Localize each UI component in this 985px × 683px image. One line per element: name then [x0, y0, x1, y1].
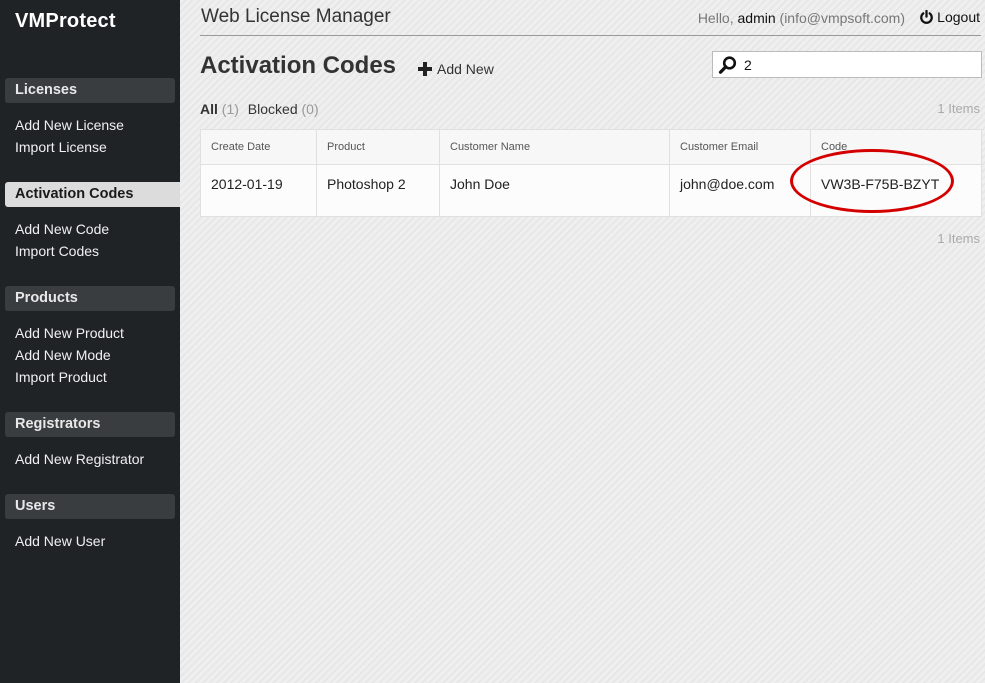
sidebar-section-licenses[interactable]: Licenses	[5, 78, 175, 103]
filter-all-count: (1)	[221, 101, 239, 117]
column-header-customer-email[interactable]: Customer Email	[669, 129, 811, 165]
plus-icon	[418, 62, 432, 76]
cell-code: VW3B-F75B-BZYT	[810, 164, 982, 217]
search-box[interactable]	[712, 51, 982, 78]
sidebar-item-add-new-license[interactable]: Add New License	[15, 117, 124, 133]
filter-blocked-count: (0)	[301, 101, 319, 117]
items-count-bottom: 1 Items	[937, 231, 980, 246]
column-header-create-date[interactable]: Create Date	[200, 129, 317, 165]
sidebar-item-add-new-mode[interactable]: Add New Mode	[15, 347, 111, 363]
add-new-label: Add New	[437, 61, 494, 77]
table-row[interactable]: 2012-01-19 Photoshop 2 John Doe john@doe…	[200, 164, 982, 217]
sidebar-section-activation-codes[interactable]: Activation Codes	[5, 182, 182, 207]
sidebar-item-import-license[interactable]: Import License	[15, 139, 107, 155]
filter-blocked[interactable]: Blocked	[248, 101, 298, 117]
user-greeting: Hello, admin (info@vmpsoft.com)	[698, 10, 905, 26]
sidebar-section-users[interactable]: Users	[5, 494, 175, 519]
sidebar: VMProtect Licenses Add New License Impor…	[0, 0, 182, 683]
cell-product: Photoshop 2	[316, 164, 440, 217]
page-title: Activation Codes	[200, 52, 397, 79]
sidebar-item-add-new-registrator[interactable]: Add New Registrator	[15, 451, 144, 467]
sidebar-item-add-new-code[interactable]: Add New Code	[15, 221, 109, 237]
logout-label: Logout	[937, 9, 980, 25]
hello-label: Hello,	[697, 10, 734, 26]
cell-customer-email: john@doe.com	[669, 164, 811, 217]
app-title: Web License Manager	[201, 6, 391, 27]
sidebar-section-products[interactable]: Products	[5, 286, 175, 311]
search-icon	[718, 55, 737, 74]
column-header-customer-name[interactable]: Customer Name	[439, 129, 670, 165]
sidebar-item-import-codes[interactable]: Import Codes	[15, 243, 99, 259]
sidebar-item-add-new-product[interactable]: Add New Product	[15, 325, 124, 341]
cell-customer-name: John Doe	[439, 164, 670, 217]
sidebar-item-import-product[interactable]: Import Product	[15, 369, 107, 385]
filter-all[interactable]: All	[200, 101, 218, 117]
table-header-row: Create Date Product Customer Name Custom…	[200, 129, 982, 165]
main-content: Web License Manager Hello, admin (info@v…	[180, 0, 985, 683]
username: admin	[737, 10, 776, 26]
power-icon	[920, 9, 933, 24]
header-divider	[200, 35, 981, 36]
brand-logo: VMProtect	[15, 10, 116, 32]
add-new-button[interactable]: Add New	[418, 61, 494, 77]
column-header-product[interactable]: Product	[316, 129, 440, 165]
activation-codes-table: Create Date Product Customer Name Custom…	[200, 129, 982, 217]
sidebar-item-add-new-user[interactable]: Add New User	[15, 533, 105, 549]
cell-create-date: 2012-01-19	[200, 164, 317, 217]
user-email: (info@vmpsoft.com)	[779, 10, 905, 26]
column-header-code[interactable]: Code	[810, 129, 982, 165]
items-count-top: 1 Items	[937, 101, 980, 116]
filter-bar: All (1) Blocked (0)	[200, 101, 319, 117]
logout-button[interactable]: Logout	[919, 9, 980, 25]
sidebar-section-registrators[interactable]: Registrators	[5, 412, 175, 437]
search-input[interactable]	[744, 56, 974, 73]
